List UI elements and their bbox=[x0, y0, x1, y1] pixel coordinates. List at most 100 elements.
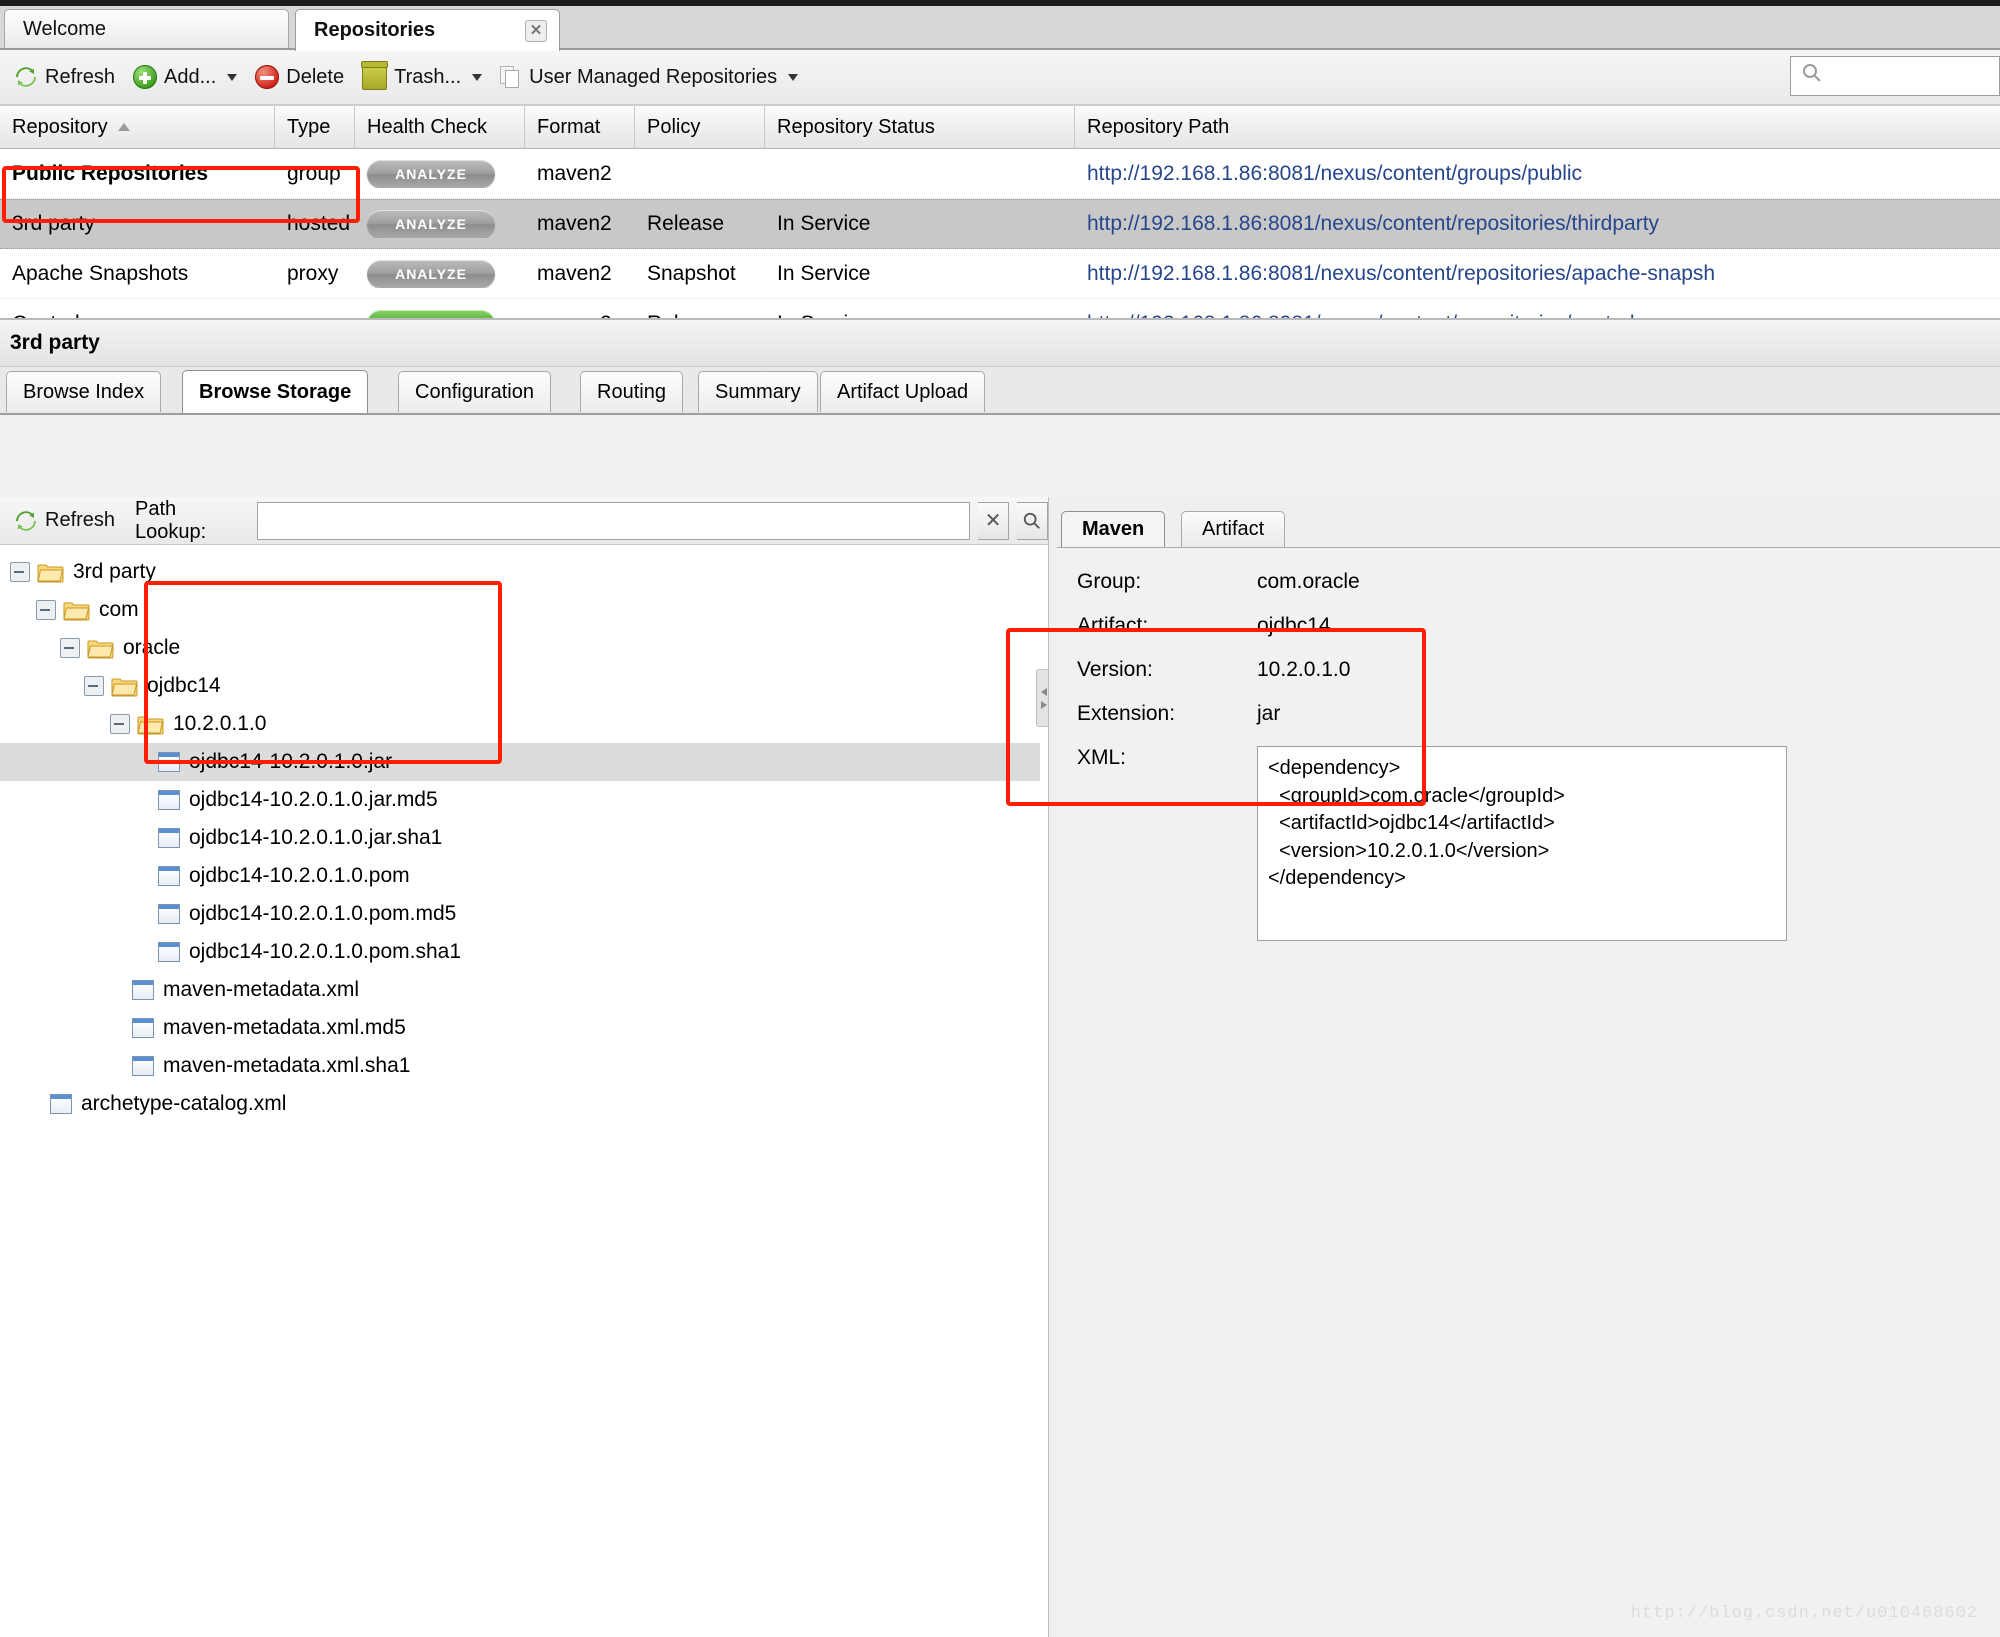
file-icon bbox=[158, 828, 180, 848]
tab-maven[interactable]: Maven bbox=[1061, 511, 1166, 547]
tree-node-label: ojdbc14-10.2.0.1.0.pom.sha1 bbox=[189, 940, 462, 963]
tab-browse-index[interactable]: Browse Index bbox=[6, 371, 162, 412]
refresh-button[interactable]: Refresh bbox=[8, 62, 127, 92]
tab-artifact-upload[interactable]: Artifact Upload bbox=[820, 371, 986, 412]
tab-routing[interactable]: Routing bbox=[580, 371, 683, 412]
tree-node-oracle[interactable]: oracle bbox=[0, 629, 1040, 667]
storage-tree: 3rd party com oracle ojdbc14 10.2.0.1.0 … bbox=[0, 545, 1040, 1123]
collapse-toggle-icon[interactable] bbox=[10, 562, 30, 582]
tree-node-ojdbc14[interactable]: ojdbc14 bbox=[0, 667, 1040, 705]
file-icon bbox=[158, 942, 180, 962]
cell-repository: Central bbox=[0, 312, 275, 319]
analyze-button[interactable]: ANALYZE bbox=[367, 259, 495, 288]
file-icon bbox=[132, 1056, 154, 1076]
tree-node-file[interactable]: maven-metadata.xml bbox=[0, 971, 1040, 1009]
trash-icon bbox=[361, 61, 389, 90]
analyze-button[interactable]: ANALYZE bbox=[367, 159, 495, 188]
cell-health-check[interactable]: ANALYZE bbox=[355, 309, 525, 318]
field-label-xml: XML: bbox=[1077, 746, 1127, 769]
chevron-down-icon bbox=[472, 73, 483, 81]
cell-repository-path[interactable]: http://192.168.1.86:8081/nexus/content/r… bbox=[1075, 262, 2000, 286]
delete-button[interactable]: Delete bbox=[249, 62, 356, 92]
add-button[interactable]: Add... bbox=[127, 62, 249, 92]
tree-node-file[interactable]: ojdbc14-10.2.0.1.0.pom.md5 bbox=[0, 895, 1040, 933]
tab-browse-storage[interactable]: Browse Storage bbox=[182, 370, 369, 413]
search-icon bbox=[1801, 62, 1823, 90]
path-lookup-input[interactable] bbox=[256, 501, 971, 540]
analyze-button[interactable]: ANALYZE bbox=[367, 309, 495, 318]
close-icon[interactable]: ✕ bbox=[525, 19, 547, 42]
path-lookup-search-button[interactable] bbox=[1017, 501, 1049, 540]
folder-icon bbox=[87, 638, 114, 659]
tree-node-file[interactable]: maven-metadata.xml.sha1 bbox=[0, 1047, 1040, 1085]
column-header-policy[interactable]: Policy bbox=[635, 106, 765, 148]
detail-tab-bar: Browse Index Browse Storage Configuratio… bbox=[0, 367, 2000, 415]
tab-artifact[interactable]: Artifact bbox=[1181, 511, 1286, 547]
tree-node-file[interactable]: maven-metadata.xml.md5 bbox=[0, 1009, 1040, 1047]
tab-repositories[interactable]: Repositories ✕ bbox=[295, 9, 560, 51]
tab-summary[interactable]: Summary bbox=[698, 371, 818, 412]
tree-node-label: maven-metadata.xml.md5 bbox=[163, 1016, 406, 1039]
collapse-toggle-icon[interactable] bbox=[36, 600, 56, 620]
cell-repository-path[interactable]: http://192.168.1.86:8081/nexus/content/r… bbox=[1075, 212, 2000, 236]
user-managed-repositories-button[interactable]: User Managed Repositories bbox=[494, 62, 810, 92]
table-row[interactable]: Central proxy ANALYZE maven2 Release In … bbox=[0, 299, 2000, 318]
column-header-repository[interactable]: Repository bbox=[0, 106, 275, 148]
browse-storage-panel: Refresh Path Lookup: ✕ 3rd party com ora… bbox=[0, 497, 2000, 1637]
detail-section-title: 3rd party bbox=[0, 318, 2000, 367]
trash-button[interactable]: Trash... bbox=[356, 61, 494, 93]
tab-configuration[interactable]: Configuration bbox=[398, 371, 551, 412]
column-header-health-check[interactable]: Health Check bbox=[355, 106, 525, 148]
user-managed-repositories-label: User Managed Repositories bbox=[529, 65, 778, 88]
analyze-button[interactable]: ANALYZE bbox=[367, 210, 495, 238]
tree-node-label: ojdbc14 bbox=[147, 674, 221, 697]
tree-node-file[interactable]: archetype-catalog.xml bbox=[0, 1085, 1040, 1123]
tree-node-label: ojdbc14-10.2.0.1.0.jar bbox=[189, 750, 393, 773]
search-input[interactable] bbox=[1790, 56, 2000, 96]
main-tab-bar: Welcome Repositories ✕ bbox=[0, 6, 2000, 51]
field-label-extension: Extension: bbox=[1077, 702, 1176, 725]
field-value-group: com.oracle bbox=[1257, 570, 1360, 593]
storage-refresh-button[interactable]: Refresh bbox=[10, 506, 127, 536]
column-header-type[interactable]: Type bbox=[275, 106, 355, 148]
column-header-repository-path[interactable]: Repository Path bbox=[1075, 106, 2000, 148]
table-row[interactable]: 3rd party hosted ANALYZE maven2 Release … bbox=[0, 199, 2000, 249]
page-title: 3rd party bbox=[10, 331, 100, 354]
tree-node-label: com bbox=[99, 598, 139, 621]
collapse-toggle-icon[interactable] bbox=[110, 714, 130, 734]
tree-node-file[interactable]: ojdbc14-10.2.0.1.0.jar.md5 bbox=[0, 781, 1040, 819]
cell-health-check[interactable]: ANALYZE bbox=[355, 210, 525, 238]
add-circle-icon bbox=[133, 65, 158, 89]
column-header-format[interactable]: Format bbox=[525, 106, 635, 148]
cell-health-check[interactable]: ANALYZE bbox=[355, 159, 525, 188]
tab-welcome[interactable]: Welcome bbox=[4, 9, 289, 49]
collapse-toggle-icon[interactable] bbox=[60, 638, 80, 658]
tree-node-com[interactable]: com bbox=[0, 591, 1040, 629]
cell-status: In Service bbox=[765, 312, 1075, 319]
cell-health-check[interactable]: ANALYZE bbox=[355, 259, 525, 288]
field-label-group: Group: bbox=[1077, 570, 1142, 593]
cell-repository-path[interactable]: http://192.168.1.86:8081/nexus/content/r… bbox=[1075, 312, 2000, 319]
table-row[interactable]: Public Repositories group ANALYZE maven2… bbox=[0, 149, 2000, 199]
tree-node-label: ojdbc14-10.2.0.1.0.jar.sha1 bbox=[189, 826, 443, 849]
clear-path-lookup-button[interactable]: ✕ bbox=[978, 501, 1010, 540]
tree-node-3rd-party[interactable]: 3rd party bbox=[0, 553, 1040, 591]
field-value-extension: jar bbox=[1257, 702, 1281, 725]
cell-format: maven2 bbox=[525, 312, 635, 319]
tree-node-file[interactable]: ojdbc14-10.2.0.1.0.pom.sha1 bbox=[0, 933, 1040, 971]
cell-repository-path[interactable]: http://192.168.1.86:8081/nexus/content/g… bbox=[1075, 162, 2000, 186]
tree-node-version[interactable]: 10.2.0.1.0 bbox=[0, 705, 1040, 743]
tree-node-label: maven-metadata.xml.sha1 bbox=[163, 1054, 411, 1077]
column-header-repository-status[interactable]: Repository Status bbox=[765, 106, 1075, 148]
tree-node-file[interactable]: ojdbc14-10.2.0.1.0.jar.sha1 bbox=[0, 819, 1040, 857]
field-xml: XML: <dependency> <groupId>com.oracle</g… bbox=[1077, 746, 2000, 941]
tree-node-label: maven-metadata.xml bbox=[163, 978, 360, 1001]
table-row[interactable]: Apache Snapshots proxy ANALYZE maven2 Sn… bbox=[0, 249, 2000, 299]
collapse-toggle-icon[interactable] bbox=[84, 676, 104, 696]
field-artifact: Artifact: ojdbc14 bbox=[1077, 614, 2000, 638]
sort-ascending-icon bbox=[117, 123, 130, 131]
tree-node-file[interactable]: ojdbc14-10.2.0.1.0.jar bbox=[0, 743, 1040, 781]
tree-node-file[interactable]: ojdbc14-10.2.0.1.0.pom bbox=[0, 857, 1040, 895]
cell-status: In Service bbox=[777, 212, 871, 235]
xml-textarea[interactable]: <dependency> <groupId>com.oracle</groupI… bbox=[1257, 746, 1787, 941]
